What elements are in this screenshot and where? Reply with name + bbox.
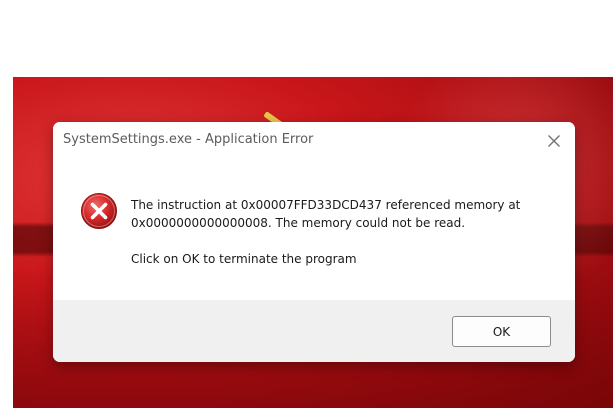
message-line-1: The instruction at 0x00007FFD33DCD437 re… [131,198,521,212]
error-message: The instruction at 0x00007FFD33DCD437 re… [131,196,561,268]
close-icon [548,135,560,147]
error-icon [81,193,117,229]
close-button[interactable] [541,128,567,154]
dialog-content: The instruction at 0x00007FFD33DCD437 re… [53,160,575,300]
ok-button[interactable]: OK [452,316,551,347]
error-dialog: SystemSettings.exe - Application Error T… [53,122,575,362]
terminate-hint: Click on OK to terminate the program [131,252,357,266]
message-line-2: 0x0000000000000008. The memory could not… [131,216,466,230]
dialog-title: SystemSettings.exe - Application Error [63,132,314,147]
dialog-titlebar[interactable]: SystemSettings.exe - Application Error [53,122,575,160]
dialog-footer: OK [53,300,575,362]
